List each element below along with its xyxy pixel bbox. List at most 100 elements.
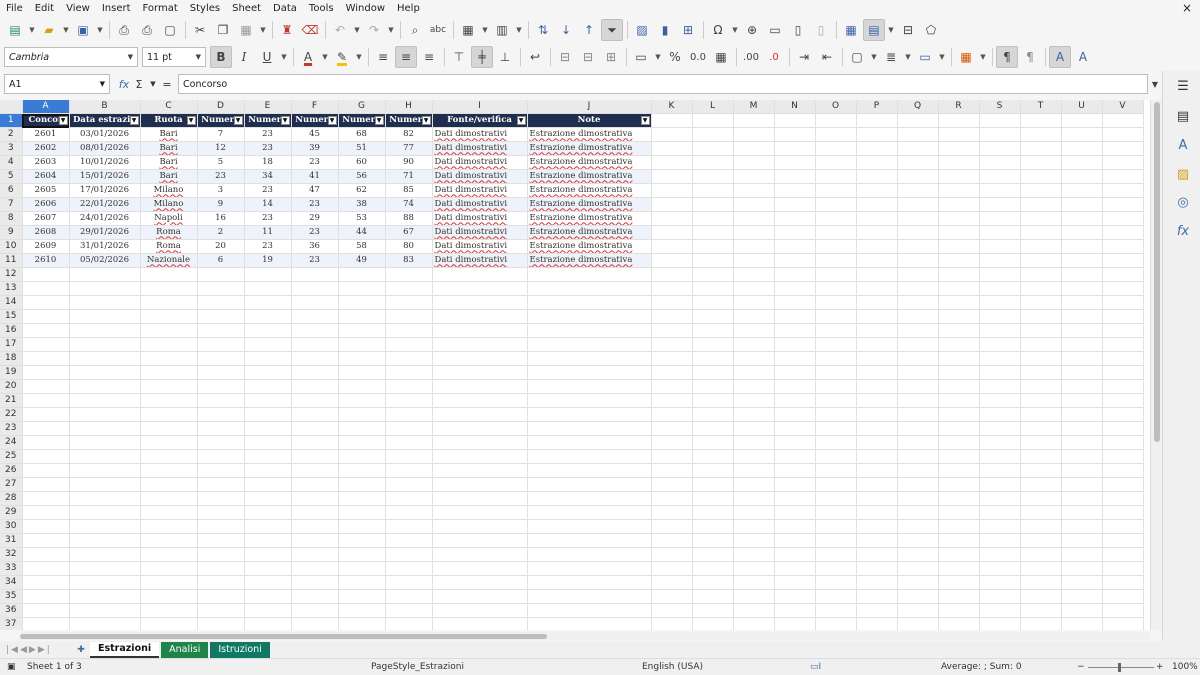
empty-cell[interactable] <box>774 491 816 507</box>
empty-cell[interactable] <box>22 323 70 339</box>
empty-cell[interactable] <box>733 435 775 451</box>
empty-cell[interactable] <box>527 449 652 465</box>
empty-cell[interactable] <box>69 421 141 437</box>
table-cell[interactable]: Estrazione dimostrativa <box>527 253 652 269</box>
functions-icon[interactable]: fx <box>1174 222 1192 240</box>
empty-cell[interactable] <box>815 351 857 367</box>
table-cell[interactable]: 03/01/2026 <box>69 127 141 143</box>
empty-cell[interactable] <box>244 449 292 465</box>
empty-cell[interactable] <box>385 337 433 353</box>
empty-cell[interactable] <box>1061 225 1103 241</box>
empty-cell[interactable] <box>291 491 339 507</box>
empty-cell[interactable] <box>897 113 939 129</box>
table-cell[interactable]: Milano <box>140 183 198 199</box>
empty-cell[interactable] <box>815 407 857 423</box>
empty-cell[interactable] <box>1102 449 1144 465</box>
empty-cell[interactable] <box>1061 477 1103 493</box>
empty-cell[interactable] <box>774 519 816 535</box>
empty-cell[interactable] <box>527 407 652 423</box>
empty-cell[interactable] <box>733 617 775 630</box>
empty-cell[interactable] <box>69 547 141 563</box>
empty-cell[interactable] <box>692 155 734 171</box>
zoom-slider-knob[interactable] <box>1118 663 1121 672</box>
empty-cell[interactable] <box>692 309 734 325</box>
empty-cell[interactable] <box>385 351 433 367</box>
empty-cell[interactable] <box>1020 379 1062 395</box>
empty-cell[interactable] <box>692 239 734 255</box>
empty-cell[interactable] <box>338 547 386 563</box>
autofilter-dropdown-icon[interactable]: ▼ <box>421 116 431 126</box>
empty-cell[interactable] <box>1061 155 1103 171</box>
table-cell[interactable]: Estrazione dimostrativa <box>527 155 652 171</box>
empty-cell[interactable] <box>1020 617 1062 630</box>
table-cell[interactable]: Dati dimostrativi <box>432 169 528 185</box>
empty-cell[interactable] <box>527 491 652 507</box>
text-vertical-icon[interactable]: A <box>1072 46 1094 68</box>
empty-cell[interactable] <box>1061 141 1103 157</box>
empty-cell[interactable] <box>815 365 857 381</box>
empty-cell[interactable] <box>815 575 857 591</box>
empty-cell[interactable] <box>733 337 775 353</box>
empty-cell[interactable] <box>651 491 693 507</box>
table-header-cell[interactable]: Fonte/verifica ▼ <box>432 113 528 129</box>
empty-cell[interactable] <box>244 365 292 381</box>
add-sheet-icon[interactable]: ✚ <box>74 645 88 655</box>
empty-cell[interactable] <box>651 407 693 423</box>
empty-cell[interactable] <box>1061 491 1103 507</box>
empty-cell[interactable] <box>1102 155 1144 171</box>
empty-cell[interactable] <box>1061 169 1103 185</box>
empty-cell[interactable] <box>1102 547 1144 563</box>
empty-cell[interactable] <box>527 603 652 619</box>
table-cell[interactable]: 82 <box>385 127 433 143</box>
empty-cell[interactable] <box>1020 211 1062 227</box>
align-center-icon[interactable]: ≡ <box>395 46 417 68</box>
empty-cell[interactable] <box>338 267 386 283</box>
empty-cell[interactable] <box>692 519 734 535</box>
empty-cell[interactable] <box>856 449 898 465</box>
empty-cell[interactable] <box>22 295 70 311</box>
empty-cell[interactable] <box>432 351 528 367</box>
empty-cell[interactable] <box>1061 197 1103 213</box>
empty-cell[interactable] <box>938 211 980 227</box>
table-cell[interactable]: 88 <box>385 211 433 227</box>
autofilter-dropdown-icon[interactable]: ▼ <box>516 116 526 126</box>
empty-cell[interactable] <box>897 351 939 367</box>
empty-cell[interactable] <box>140 379 198 395</box>
empty-cell[interactable] <box>692 407 734 423</box>
empty-cell[interactable] <box>197 407 245 423</box>
empty-cell[interactable] <box>197 379 245 395</box>
column-header-k[interactable]: K <box>651 100 693 115</box>
empty-cell[interactable] <box>651 141 693 157</box>
empty-cell[interactable] <box>338 309 386 325</box>
table-cell[interactable]: Dati dimostrativi <box>432 253 528 269</box>
menu-data[interactable]: Data <box>267 3 303 14</box>
table-cell[interactable]: Estrazione dimostrativa <box>527 127 652 143</box>
empty-cell[interactable] <box>774 281 816 297</box>
table-cell[interactable]: Estrazione dimostrativa <box>527 211 652 227</box>
empty-cell[interactable] <box>979 141 1021 157</box>
empty-cell[interactable] <box>69 379 141 395</box>
column-header-a[interactable]: A <box>22 100 70 115</box>
empty-cell[interactable] <box>244 561 292 577</box>
empty-cell[interactable] <box>692 323 734 339</box>
empty-cell[interactable] <box>140 561 198 577</box>
empty-cell[interactable] <box>385 575 433 591</box>
empty-cell[interactable] <box>692 603 734 619</box>
empty-cell[interactable] <box>979 169 1021 185</box>
empty-cell[interactable] <box>432 617 528 630</box>
table-cell[interactable]: 2608 <box>22 225 70 241</box>
empty-cell[interactable] <box>527 323 652 339</box>
table-cell[interactable]: Dati dimostrativi <box>432 183 528 199</box>
empty-cell[interactable] <box>651 547 693 563</box>
empty-cell[interactable] <box>856 477 898 493</box>
column-header-u[interactable]: U <box>1061 100 1103 115</box>
empty-cell[interactable] <box>815 239 857 255</box>
row-header[interactable]: 20 <box>0 379 23 395</box>
row-header[interactable]: 10 <box>0 239 23 255</box>
empty-cell[interactable] <box>432 463 528 479</box>
empty-cell[interactable] <box>69 603 141 619</box>
table-cell[interactable]: Bari <box>140 155 198 171</box>
empty-cell[interactable] <box>856 463 898 479</box>
empty-cell[interactable] <box>1061 337 1103 353</box>
empty-cell[interactable] <box>1020 253 1062 269</box>
